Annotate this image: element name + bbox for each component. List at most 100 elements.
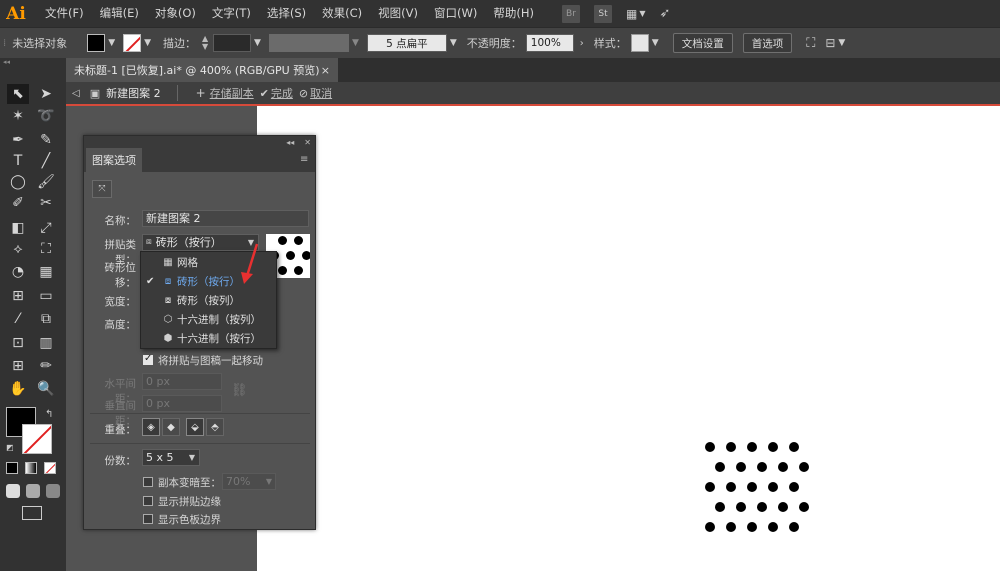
show-swatch-bounds-checkbox[interactable]: [143, 514, 153, 524]
type-tool-icon[interactable]: T: [7, 151, 29, 171]
panel-menu-icon[interactable]: ≡: [300, 154, 308, 165]
zoom-tool-icon[interactable]: 🔍: [35, 379, 57, 399]
screen-mode-icon[interactable]: [22, 506, 42, 520]
reflect-tool-icon[interactable]: ◧: [7, 218, 29, 238]
slice-tool-icon[interactable]: ✏: [35, 356, 57, 376]
tab-pattern-options[interactable]: 图案选项: [86, 148, 142, 172]
menu-window[interactable]: 窗口(W): [426, 0, 485, 27]
dropdown-item-hex-column[interactable]: ⬡ 十六进制（按列）: [141, 310, 276, 329]
width-tool-icon[interactable]: ⟡: [7, 239, 29, 259]
gradient-mode-icon[interactable]: [25, 462, 37, 474]
menu-object[interactable]: 对象(O): [147, 0, 204, 27]
down-arrow-icon[interactable]: ▼: [200, 43, 210, 51]
fill-swatch[interactable]: [87, 34, 106, 52]
chevron-down-icon[interactable]: ▼: [450, 38, 457, 48]
stroke-weight-stepper[interactable]: ▲ ▼: [200, 35, 210, 51]
done-button[interactable]: 完成: [271, 85, 293, 101]
stroke-weight-input[interactable]: [213, 34, 252, 52]
selection-tool-icon[interactable]: ⬉: [7, 84, 29, 104]
shape-builder-tool-icon[interactable]: ◔: [7, 262, 29, 282]
document-settings-button[interactable]: 文档设置: [672, 33, 733, 53]
brush-definition[interactable]: 5 点扁平: [366, 34, 447, 52]
perspective-grid-tool-icon[interactable]: ▦: [35, 262, 57, 282]
tile-editor-icon[interactable]: ⤧: [92, 180, 112, 198]
eyedropper-tool-icon[interactable]: ⁄: [7, 309, 29, 329]
curvature-tool-icon[interactable]: ✎: [35, 130, 57, 150]
show-tile-edge-checkbox[interactable]: [143, 496, 153, 506]
column-graph-tool-icon[interactable]: ▥: [35, 333, 57, 353]
pen-tool-icon[interactable]: ✒: [7, 130, 29, 150]
overlap-right-icon[interactable]: ◆: [162, 418, 180, 436]
overlap-top-icon[interactable]: ⬙: [186, 418, 204, 436]
lasso-tool-icon[interactable]: ➰: [35, 106, 57, 126]
chevron-right-icon[interactable]: ›: [580, 38, 584, 49]
paintbrush-tool-icon[interactable]: 🖌: [35, 172, 57, 192]
chevron-down-icon[interactable]: ▼: [652, 38, 659, 48]
preferences-button[interactable]: 首选项: [742, 33, 793, 53]
chevron-down-icon[interactable]: ▼: [144, 38, 151, 48]
direct-selection-tool-icon[interactable]: ➤: [35, 84, 57, 104]
transform-icon[interactable]: ⛶: [806, 36, 815, 51]
artboard-tool-icon[interactable]: ⊞: [7, 356, 29, 376]
back-arrow-icon[interactable]: ◁: [72, 88, 80, 99]
draw-behind-icon[interactable]: [26, 484, 40, 498]
artboard-canvas[interactable]: [257, 106, 1000, 571]
gradient-tool-icon[interactable]: ▭: [35, 286, 57, 306]
rocket-icon[interactable]: ➶: [659, 6, 670, 21]
document-tab[interactable]: 未标题-1 [已恢复].ai* @ 400% (RGB/GPU 预览) ×: [66, 58, 338, 82]
stroke-color-swatch[interactable]: [22, 424, 52, 454]
align-icon[interactable]: ⊟: [825, 36, 835, 50]
workspace-switcher[interactable]: ▦ ▼: [626, 7, 646, 21]
link-icon[interactable]: ⛓: [231, 383, 248, 398]
chevron-down-icon[interactable]: ▼: [838, 38, 845, 48]
panel-titlebar[interactable]: ◂◂ ✕: [84, 136, 315, 148]
v-spacing-field[interactable]: 0 px: [142, 395, 222, 412]
stroke-swatch[interactable]: [123, 34, 142, 52]
name-field[interactable]: 新建图案 2: [142, 210, 309, 227]
ellipse-tool-icon[interactable]: ◯: [7, 172, 29, 192]
menu-edit[interactable]: 编辑(E): [92, 0, 147, 27]
chevron-down-icon[interactable]: ▼: [108, 38, 115, 48]
overlap-bottom-icon[interactable]: ⬘: [206, 418, 224, 436]
blend-tool-icon[interactable]: ⧉: [35, 309, 57, 329]
toolbar-grip[interactable]: ◂◂: [0, 58, 66, 66]
hand-tool-icon[interactable]: ✋: [7, 379, 29, 399]
scissors-tool-icon[interactable]: ✂: [35, 193, 57, 213]
variable-width-profile[interactable]: [268, 34, 349, 52]
menu-help[interactable]: 帮助(H): [485, 0, 542, 27]
dim-copies-checkbox[interactable]: [143, 477, 153, 487]
menu-file[interactable]: 文件(F): [37, 0, 92, 27]
chevron-down-icon[interactable]: ▼: [352, 38, 359, 48]
dropdown-item-hex-row[interactable]: ⬢ 十六进制（按行）: [141, 329, 276, 348]
menu-view[interactable]: 视图(V): [370, 0, 426, 27]
mesh-tool-icon[interactable]: ⊞: [7, 286, 29, 306]
color-mode-icon[interactable]: [6, 462, 18, 474]
menu-type[interactable]: 文字(T): [204, 0, 259, 27]
symbol-sprayer-tool-icon[interactable]: ⊡: [7, 333, 29, 353]
save-copy-button[interactable]: 存储副本: [210, 85, 254, 101]
swap-colors-icon[interactable]: ↰: [45, 409, 53, 420]
overlap-left-icon[interactable]: ◈: [142, 418, 160, 436]
chevron-down-icon[interactable]: ▼: [254, 38, 261, 48]
default-colors-icon[interactable]: ◩: [6, 443, 14, 452]
close-icon[interactable]: ✕: [304, 138, 311, 147]
dim-copies-select[interactable]: 70% ▼: [222, 473, 276, 490]
menu-select[interactable]: 选择(S): [259, 0, 314, 27]
opacity-input[interactable]: 100%: [525, 34, 574, 52]
none-mode-icon[interactable]: [44, 462, 56, 474]
shaper-tool-icon[interactable]: ✐: [7, 193, 29, 213]
draw-normal-icon[interactable]: [6, 484, 20, 498]
move-tile-checkbox[interactable]: [143, 353, 153, 365]
menu-effect[interactable]: 效果(C): [314, 0, 370, 27]
h-spacing-field[interactable]: 0 px: [142, 373, 222, 390]
close-icon[interactable]: ×: [321, 64, 330, 77]
stock-button[interactable]: St: [593, 4, 612, 23]
free-transform-tool-icon[interactable]: ⛶: [35, 239, 57, 259]
bridge-button[interactable]: Br: [561, 4, 580, 23]
line-tool-icon[interactable]: ╱: [35, 151, 57, 171]
scale-tool-icon[interactable]: ⤢: [35, 218, 57, 238]
style-swatch[interactable]: [630, 34, 649, 52]
dropdown-item-brick-column[interactable]: ⧇ 砖形（按列）: [141, 291, 276, 310]
collapse-icon[interactable]: ◂◂: [286, 138, 294, 147]
draw-inside-icon[interactable]: [46, 484, 60, 498]
